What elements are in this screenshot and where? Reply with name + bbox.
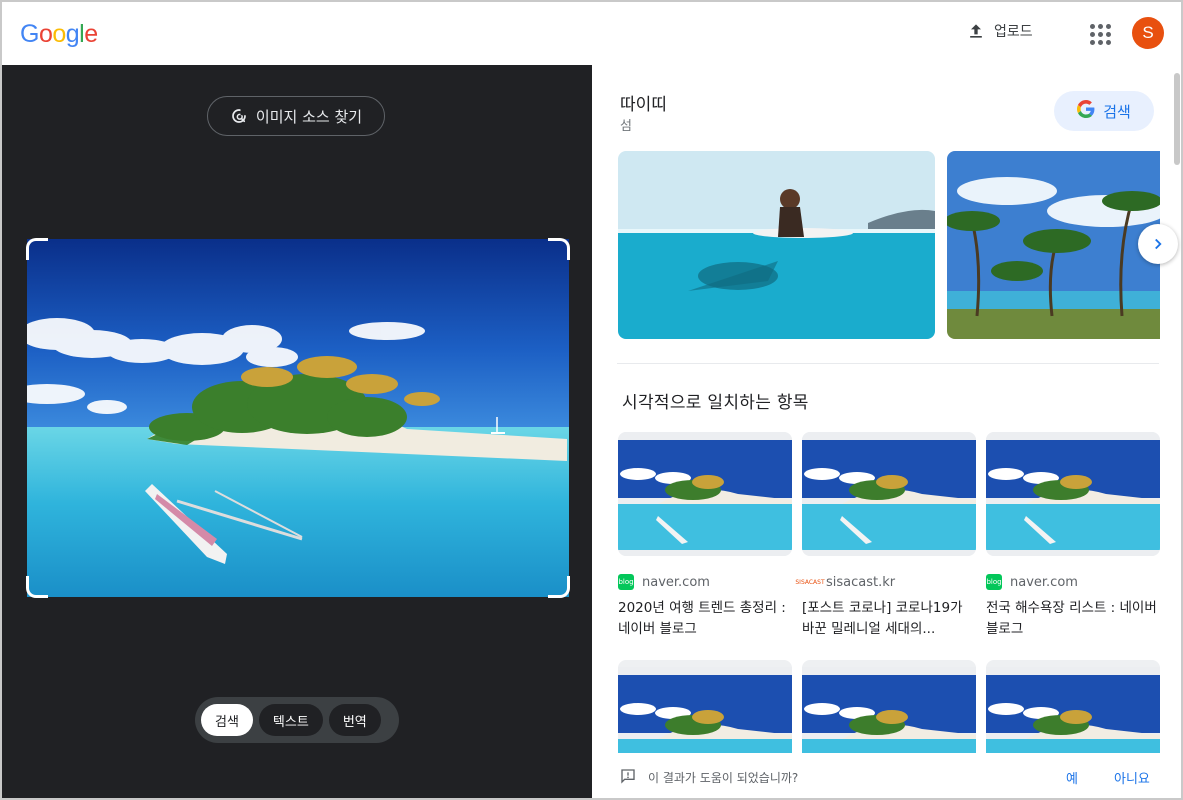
upload-label: 업로드 [994, 24, 1033, 40]
match-thumbnail [618, 432, 792, 556]
match-thumbnail [802, 432, 976, 556]
visual-match-card[interactable]: SISACAST sisacast.kr [포스트 코로나] 코로나19가 바꾼… [795, 432, 976, 640]
island-thumbnail [618, 432, 792, 556]
match-title-link[interactable]: 2020년 여행 트렌드 총정리 : 네이버 블로그 [618, 598, 792, 640]
results-scrollbar-thumb[interactable] [1174, 73, 1180, 165]
naver-blog-icon: blog [986, 574, 1002, 590]
crop-corner-bottom-left[interactable] [26, 576, 48, 598]
lens-search-icon [232, 108, 248, 123]
upload-button[interactable]: 업로드 [966, 21, 1033, 41]
match-site-name: sisacast.kr [826, 574, 896, 590]
results-panel: 따이띠 섬 검색 시각적으로 일치하는 항목 blog naver.com 20… [592, 65, 1181, 798]
logo-letter: o [52, 20, 66, 48]
top-bar: Google 업로드 S [2, 2, 1181, 65]
palm-beach-photo [947, 151, 1160, 339]
query-image [27, 239, 569, 597]
google-search-button[interactable]: 검색 [1054, 91, 1154, 131]
visual-matches-title: 시각적으로 일치하는 항목 [622, 393, 809, 413]
lens-mode-switcher: 검색 텍스트 번역 [195, 697, 399, 743]
google-logo[interactable]: Google [20, 20, 98, 49]
snorkeler-photo [618, 151, 935, 339]
google-search-label: 검색 [1103, 102, 1131, 121]
section-divider [617, 363, 1159, 364]
result-entity-subtitle: 섬 [620, 119, 632, 134]
browser-frame: Google 업로드 S 이미지 소스 찾기 검색 텍스트 번역 따이띠 섬 검… [0, 0, 1183, 800]
match-site-name: naver.com [1010, 574, 1078, 590]
visual-match-card[interactable]: blog naver.com 2020년 여행 트렌드 총정리 : 네이버 블로… [618, 432, 792, 640]
result-entity-title: 따이띠 [620, 95, 667, 115]
logo-letter: o [38, 20, 53, 48]
feedback-no-button[interactable]: 아니요 [1114, 768, 1150, 787]
visual-match-card[interactable]: blog naver.com 전국 해수욕장 리스트 : 네이버 블로그 [986, 432, 1160, 640]
crop-corner-bottom-right[interactable] [548, 576, 570, 598]
feedback-bar: 이 결과가 도움이 되었습니까? 예 아니요 [592, 753, 1181, 798]
match-title-link[interactable]: [포스트 코로나] 코로나19가 바꾼 밀레니얼 세대의... [802, 598, 976, 640]
google-g-icon [1077, 99, 1095, 123]
island-thumbnail [802, 432, 976, 556]
crop-corner-top-left[interactable] [26, 238, 48, 260]
chevron-right-icon [1155, 238, 1162, 250]
match-title-link[interactable]: 전국 해수욕장 리스트 : 네이버 블로그 [986, 598, 1160, 640]
logo-letter: G [20, 20, 39, 48]
avatar-letter: S [1142, 23, 1154, 42]
match-thumbnail [986, 432, 1160, 556]
find-image-source-button[interactable]: 이미지 소스 찾기 [207, 96, 385, 136]
apps-grid-icon[interactable] [1088, 22, 1111, 45]
logo-letter: g [65, 20, 80, 48]
upload-icon [970, 24, 982, 38]
find-image-source-label: 이미지 소스 찾기 [255, 107, 363, 126]
mode-search-tab[interactable]: 검색 [201, 704, 253, 736]
mode-text-tab[interactable]: 텍스트 [258, 704, 323, 736]
sisacast-icon: SISACAST [795, 574, 825, 590]
feedback-icon [621, 769, 635, 784]
lens-image-panel: 이미지 소스 찾기 검색 텍스트 번역 [2, 65, 592, 798]
match-site-name: naver.com [642, 574, 710, 590]
naver-blog-icon: blog [618, 574, 634, 590]
mode-translate-tab[interactable]: 번역 [328, 704, 381, 736]
island-thumbnail [986, 432, 1160, 556]
account-avatar[interactable]: S [1132, 17, 1164, 49]
query-image-crop[interactable] [26, 238, 570, 598]
result-image-1[interactable] [618, 151, 935, 339]
results-scrollbar[interactable] [1170, 65, 1181, 753]
feedback-yes-button[interactable]: 예 [1066, 768, 1078, 787]
logo-letter: e [84, 20, 98, 48]
result-image-2[interactable] [947, 151, 1160, 339]
crop-corner-top-right[interactable] [548, 238, 570, 260]
feedback-question: 이 결과가 도움이 되었습니까? [648, 771, 799, 785]
